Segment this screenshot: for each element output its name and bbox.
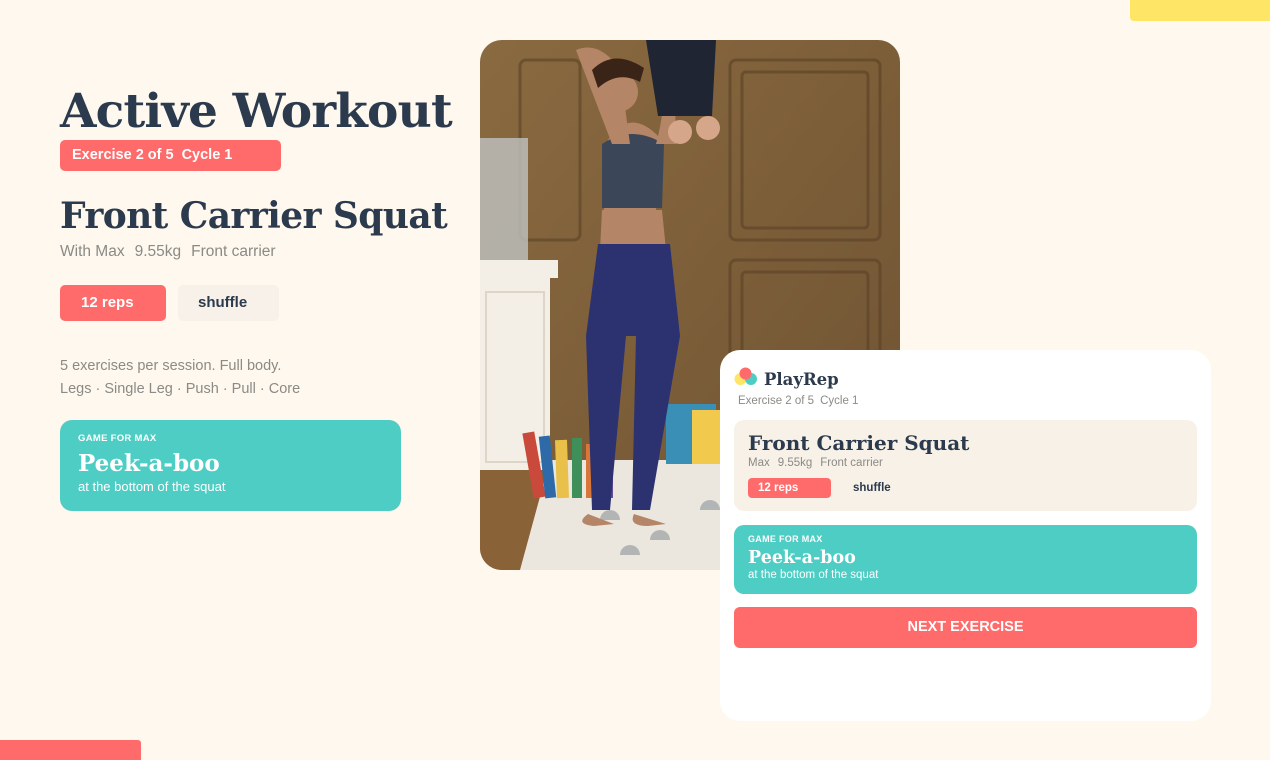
corner-decoration-yellow	[1130, 0, 1270, 21]
progress-badge: Exercise 2 of 5 Cycle 1	[60, 140, 281, 171]
exercise-meta: With Max 9.55kg Front carrier	[60, 243, 276, 261]
phone-exercise-meta: Max 9.55kg Front carrier	[748, 457, 883, 469]
phone-progress: Exercise 2 of 5 Cycle 1	[738, 395, 858, 407]
brand-name: PlayRep	[764, 370, 839, 389]
phone-game-card: GAME FOR MAX Peek-a-boo at the bottom of…	[734, 525, 1197, 594]
cycle-progress: Cycle 1	[181, 147, 233, 163]
carry-position: Front carrier	[191, 243, 276, 260]
game-card: GAME FOR MAX Peek-a-boo at the bottom of…	[60, 420, 401, 511]
brand-header: PlayRep	[734, 367, 839, 392]
phone-game-description: at the bottom of the squat	[748, 569, 879, 581]
phone-game-name: Peek-a-boo	[748, 548, 856, 568]
game-kicker: GAME FOR MAX	[78, 433, 157, 444]
playrep-bubbles-icon	[734, 367, 758, 392]
exercise-progress: Exercise 2 of 5	[72, 147, 174, 163]
phone-exercise-card: Front Carrier Squat Max 9.55kg Front carri…	[734, 420, 1197, 511]
exercise-title: Front Carrier Squat	[60, 195, 448, 237]
next-exercise-button[interactable]: NEXT EXERCISE	[734, 607, 1197, 648]
phone-carry-position: Front carrier	[820, 457, 883, 469]
phone-weight: 9.55kg	[777, 457, 813, 469]
session-summary: 5 exercises per session. Full body.	[60, 358, 282, 374]
phone-shuffle-button[interactable]: shuffle	[853, 478, 891, 498]
phone-preview-card: PlayRep Exercise 2 of 5 Cycle 1 Front Car…	[720, 350, 1211, 721]
reps-button[interactable]: 12 reps	[60, 285, 166, 321]
corner-decoration-coral	[0, 740, 141, 760]
shuffle-button[interactable]: shuffle	[178, 285, 279, 321]
page-title: Active Workout	[60, 84, 453, 139]
session-categories: Legs · Single Leg · Push · Pull · Core	[60, 381, 301, 397]
session-info: 5 exercises per session. Full body. Legs…	[60, 355, 300, 401]
phone-reps-button[interactable]: 12 reps	[748, 478, 831, 498]
phone-partner-name: Max	[748, 457, 770, 469]
weight-value: 9.55kg	[134, 243, 182, 260]
game-name: Peek-a-boo	[78, 450, 220, 477]
phone-exercise-title: Front Carrier Squat	[748, 431, 970, 455]
partner-name: With Max	[60, 243, 125, 260]
phone-game-kicker: GAME FOR MAX	[748, 534, 823, 544]
phone-exercise-progress: Exercise 2 of 5	[738, 395, 815, 407]
phone-cycle-progress: Cycle 1	[820, 395, 859, 407]
game-description: at the bottom of the squat	[78, 479, 226, 494]
